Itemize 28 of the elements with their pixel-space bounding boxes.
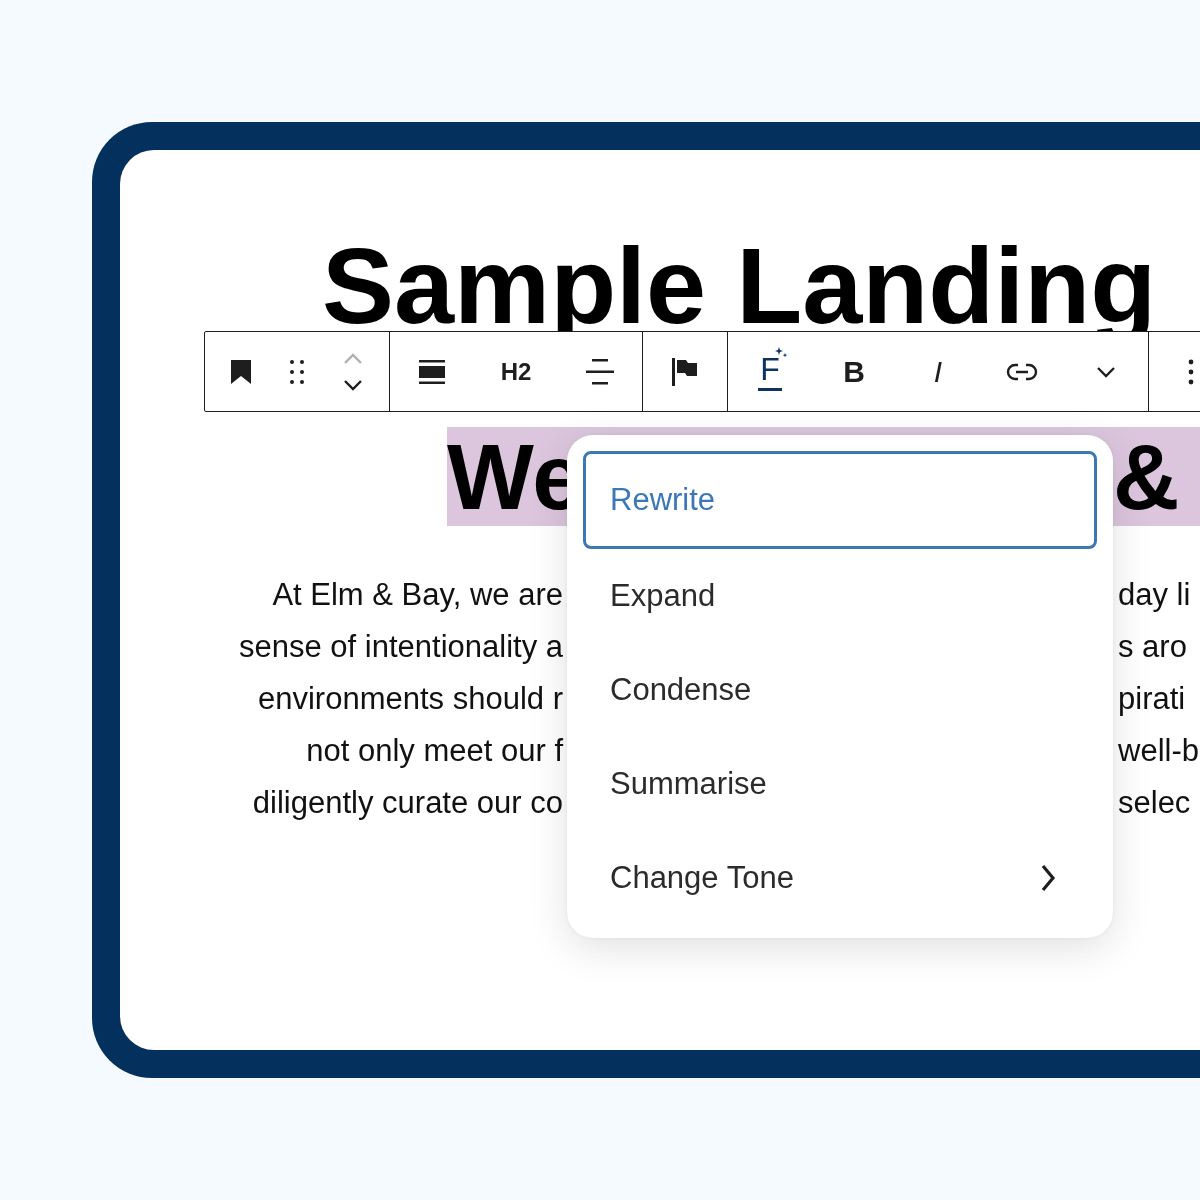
paragraph-text: well-b (1118, 733, 1199, 770)
menu-item[interactable]: Expand (583, 549, 1097, 643)
heading-text: & (1113, 431, 1180, 524)
paragraph-text: environments should r (257, 681, 563, 718)
paragraph-text: pirati (1118, 681, 1186, 718)
more-vertical-icon (1188, 358, 1194, 385)
paragraph-text: sense of intentionality a (238, 629, 563, 666)
paragraph-text: not only meet our f (305, 733, 563, 770)
flag-icon (672, 357, 698, 386)
menu-item[interactable]: Change Tone (583, 831, 1097, 925)
align-center-icon (586, 358, 614, 385)
link-icon (1006, 362, 1038, 381)
drag-icon (289, 358, 305, 385)
move-down-button[interactable] (343, 378, 363, 391)
bookmark-icon (230, 358, 252, 385)
menu-item[interactable]: Rewrite (583, 451, 1097, 549)
chevron-right-icon (1040, 863, 1056, 893)
paragraph-text: diligently curate our co (251, 785, 563, 822)
paragraph-text: s aro (1118, 629, 1187, 666)
chevron-down-icon (1096, 365, 1116, 378)
chevron-down-icon (343, 378, 363, 391)
menu-item[interactable]: Summarise (583, 737, 1097, 831)
align-icon (419, 359, 445, 384)
paragraph-text: At Elm & Bay, we are (271, 577, 563, 614)
paragraph-text: selec (1118, 785, 1191, 822)
menu-item[interactable]: Condense (583, 643, 1097, 737)
paragraph-text: day li (1118, 577, 1191, 614)
chevron-up-icon (343, 352, 363, 365)
